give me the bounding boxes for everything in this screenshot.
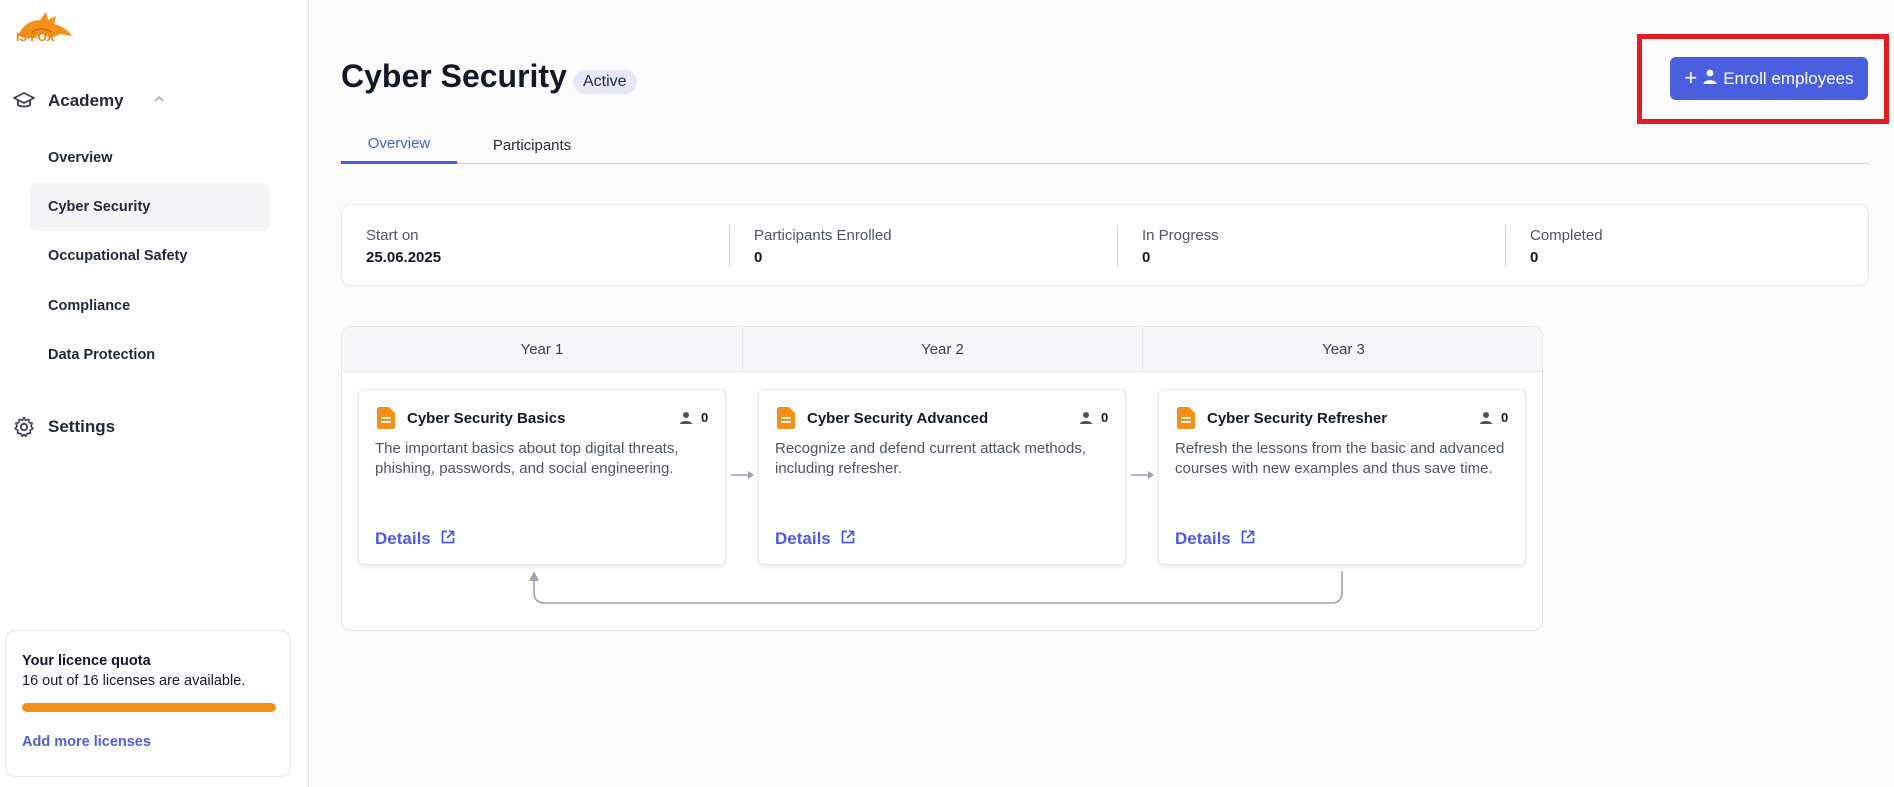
details-label: Details bbox=[375, 529, 431, 548]
participant-count: 0 bbox=[1501, 410, 1509, 425]
stat-label: Start on bbox=[366, 227, 419, 244]
document-icon bbox=[777, 407, 795, 429]
course-description: The important basics about top digital t… bbox=[375, 440, 679, 477]
course-card: Cyber Security Refresher 0 Refresh the l… bbox=[1158, 389, 1526, 565]
status-badge: Active bbox=[573, 70, 637, 94]
logo-text: IS-FOX bbox=[16, 30, 55, 44]
nav-group-label: Settings bbox=[48, 417, 116, 436]
year-header: Year 1 bbox=[342, 327, 742, 372]
quota-progress-fill bbox=[22, 703, 276, 712]
stat-label: Participants Enrolled bbox=[754, 227, 892, 244]
course-title: Cyber Security Refresher bbox=[1207, 410, 1388, 427]
year-header: Year 3 bbox=[1142, 327, 1542, 372]
course-timeline: Year 1 Year 2 Year 3 Cyber Security Basi… bbox=[341, 326, 1543, 631]
details-label: Details bbox=[1175, 529, 1231, 548]
user-icon bbox=[1079, 411, 1093, 425]
plus-icon: + bbox=[1684, 64, 1698, 90]
nav-group-settings[interactable]: Settings bbox=[12, 412, 172, 442]
tab-overview[interactable]: Overview bbox=[341, 126, 457, 164]
sidebar-item-overview[interactable]: Overview bbox=[30, 134, 270, 182]
stat-value: 0 bbox=[1530, 249, 1539, 266]
external-link-icon bbox=[1241, 529, 1255, 549]
stat-start: Start on 25.06.2025 bbox=[366, 227, 726, 266]
sidebar-item-cyber-security[interactable]: Cyber Security bbox=[30, 183, 270, 231]
participant-count: 0 bbox=[1101, 410, 1109, 425]
user-icon bbox=[1479, 411, 1493, 425]
nav-group-label: Academy bbox=[48, 91, 124, 110]
add-licenses-link[interactable]: Add more licenses bbox=[22, 734, 151, 750]
graduation-cap-icon bbox=[12, 89, 36, 113]
course-title: Cyber Security Advanced bbox=[807, 410, 989, 427]
enroll-employees-button[interactable]: + Enroll employees bbox=[1670, 57, 1868, 100]
stat-value: 0 bbox=[754, 249, 763, 266]
enroll-label: Enroll employees bbox=[1723, 68, 1854, 88]
user-icon bbox=[679, 411, 693, 425]
user-icon bbox=[1703, 69, 1717, 89]
sidebar-item-compliance[interactable]: Compliance bbox=[30, 282, 270, 330]
details-link[interactable]: Details bbox=[775, 529, 855, 549]
loop-back-arrow-icon bbox=[529, 571, 1343, 604]
page-title: Cyber Security bbox=[341, 58, 567, 94]
details-link[interactable]: Details bbox=[375, 529, 455, 549]
course-description: Recognize and defend current attack meth… bbox=[775, 440, 1087, 477]
divider bbox=[729, 225, 730, 267]
quota-progress-bar bbox=[22, 703, 276, 712]
stat-label: Completed bbox=[1530, 227, 1603, 244]
stat-participants-enrolled: Participants Enrolled 0 bbox=[754, 227, 1114, 266]
tab-participants[interactable]: Participants bbox=[474, 126, 590, 164]
arrow-right-icon bbox=[731, 471, 754, 479]
stat-label: In Progress bbox=[1142, 227, 1219, 244]
external-link-icon bbox=[841, 529, 855, 549]
course-description: Refresh the lessons from the basic and a… bbox=[1175, 440, 1505, 477]
external-link-icon bbox=[441, 529, 455, 549]
course-card: Cyber Security Advanced 0 Recognize and … bbox=[758, 389, 1126, 565]
course-card: Cyber Security Basics 0 The important ba… bbox=[358, 389, 726, 565]
document-icon bbox=[1177, 407, 1195, 429]
stat-completed: Completed 0 bbox=[1530, 227, 1890, 266]
participant-count: 0 bbox=[701, 410, 709, 425]
year-header: Year 2 bbox=[742, 327, 1142, 372]
arrow-right-icon bbox=[1131, 471, 1154, 479]
gear-icon bbox=[12, 415, 36, 439]
sidebar-item-data-protection[interactable]: Data Protection bbox=[30, 331, 270, 379]
document-icon bbox=[377, 407, 395, 429]
tabs: Overview Participants bbox=[341, 126, 1869, 164]
quota-status: 16 out of 16 licenses are available. bbox=[22, 673, 246, 689]
details-label: Details bbox=[775, 529, 831, 548]
sidebar-item-occupational-safety[interactable]: Occupational Safety bbox=[30, 232, 270, 280]
divider bbox=[1117, 225, 1118, 267]
stat-value: 25.06.2025 bbox=[366, 249, 442, 266]
licence-quota-card: Your licence quota 16 out of 16 licenses… bbox=[5, 630, 291, 777]
nav-group-academy[interactable]: Academy bbox=[12, 86, 172, 116]
quota-title: Your licence quota bbox=[22, 653, 151, 669]
sidebar: IS-FOX Academy Overview Cyber Security O… bbox=[0, 0, 309, 787]
divider bbox=[1505, 225, 1506, 267]
chevron-up-icon[interactable] bbox=[152, 92, 166, 106]
details-link[interactable]: Details bbox=[1175, 529, 1255, 549]
stat-value: 0 bbox=[1142, 249, 1151, 266]
stats-panel: Start on 25.06.2025 Participants Enrolle… bbox=[341, 204, 1869, 286]
stat-in-progress: In Progress 0 bbox=[1142, 227, 1502, 266]
course-title: Cyber Security Basics bbox=[407, 410, 566, 427]
